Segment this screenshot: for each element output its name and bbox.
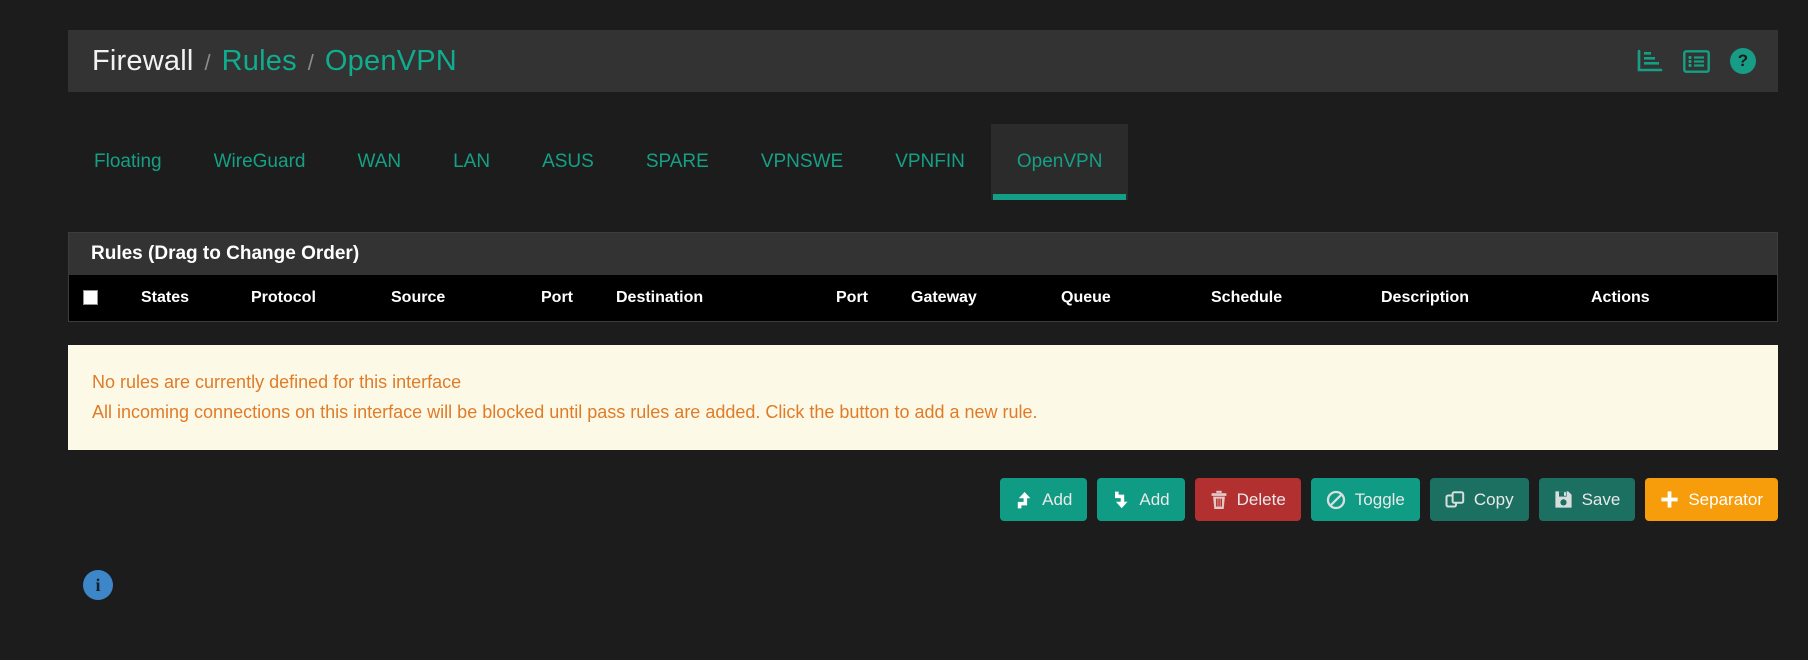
column-header-port-src[interactable]: Port <box>541 275 616 321</box>
breadcrumb-separator-1: / <box>204 49 211 75</box>
tab-label: WireGuard <box>213 151 306 172</box>
breadcrumb-root: Firewall <box>92 44 194 77</box>
button-label: Delete <box>1236 489 1286 509</box>
rules-panel-title: Rules (Drag to Change Order) <box>69 233 1777 275</box>
breadcrumb-link-rules[interactable]: Rules <box>222 45 297 78</box>
button-label: Add <box>1042 489 1073 509</box>
ban-icon <box>1326 490 1346 510</box>
tab-vpnfin[interactable]: VPNFIN <box>869 124 991 200</box>
button-label: Separator <box>1688 489 1763 509</box>
plus-icon <box>1660 490 1679 509</box>
button-label: Toggle <box>1354 489 1405 509</box>
tab-label: SPARE <box>645 151 709 172</box>
column-header-protocol[interactable]: Protocol <box>251 275 391 321</box>
stats-chart-icon[interactable] <box>1637 49 1663 73</box>
column-header-port-dst[interactable]: Port <box>836 275 911 321</box>
select-all-cell <box>69 275 141 321</box>
tab-openvpn[interactable]: OpenVPN <box>990 124 1129 200</box>
save-icon <box>1554 490 1573 509</box>
column-header-description[interactable]: Description <box>1381 275 1591 321</box>
button-label: Save <box>1581 489 1621 509</box>
tab-wireguard[interactable]: WireGuard <box>188 124 332 200</box>
trash-icon <box>1210 490 1228 510</box>
column-header-states[interactable]: States <box>141 275 251 321</box>
rules-action-buttons: Add Add Delete Toggle Copy Save Separato… <box>1000 478 1778 521</box>
tab-label: VPNSWE <box>760 151 844 172</box>
no-rules-alert: No rules are currently defined for this … <box>68 345 1778 450</box>
copy-rule-button[interactable]: Copy <box>1429 478 1529 521</box>
tab-label: OpenVPN <box>1016 151 1103 172</box>
tab-spare[interactable]: SPARE <box>620 124 735 200</box>
column-header-source[interactable]: Source <box>391 275 541 321</box>
arrow-up-icon <box>1015 490 1033 510</box>
breadcrumb: Firewall / Rules / OpenVPN <box>92 45 1637 78</box>
add-rule-bottom-button[interactable]: Add <box>1097 478 1185 521</box>
rules-table: States Protocol Source Port Destination … <box>69 275 1777 321</box>
tab-floating[interactable]: Floating <box>68 124 188 200</box>
interface-tabs: Floating WireGuard WAN LAN ASUS SPARE VP… <box>68 124 1778 200</box>
button-label: Copy <box>1473 489 1514 509</box>
save-rules-button[interactable]: Save <box>1538 478 1636 521</box>
tab-lan[interactable]: LAN <box>427 124 516 200</box>
select-all-checkbox[interactable] <box>83 290 98 306</box>
tab-label: VPNFIN <box>895 151 965 172</box>
help-icon[interactable]: ? <box>1730 48 1756 74</box>
firewall-rules-page: Firewall / Rules / OpenVPN ? Floating Wi… <box>0 0 1808 660</box>
toggle-rule-button[interactable]: Toggle <box>1310 478 1420 521</box>
button-label: Add <box>1139 489 1170 509</box>
delete-rule-button[interactable]: Delete <box>1194 478 1301 521</box>
column-header-schedule[interactable]: Schedule <box>1211 275 1381 321</box>
tab-vpnswe[interactable]: VPNSWE <box>735 124 869 200</box>
column-header-gateway[interactable]: Gateway <box>911 275 1061 321</box>
rules-table-header-row: States Protocol Source Port Destination … <box>69 275 1777 321</box>
tab-label: WAN <box>357 151 402 172</box>
page-header: Firewall / Rules / OpenVPN ? <box>68 30 1778 92</box>
tab-label: LAN <box>453 151 491 172</box>
tab-asus[interactable]: ASUS <box>516 124 620 200</box>
rules-panel: Rules (Drag to Change Order) States Prot… <box>68 232 1778 322</box>
breadcrumb-link-openvpn[interactable]: OpenVPN <box>325 45 457 78</box>
tab-wan[interactable]: WAN <box>331 124 427 200</box>
alert-line-1: No rules are currently defined for this … <box>92 372 462 392</box>
copy-icon <box>1445 490 1465 510</box>
column-header-queue[interactable]: Queue <box>1061 275 1211 321</box>
column-header-actions[interactable]: Actions <box>1591 275 1777 321</box>
arrow-down-icon <box>1112 490 1130 510</box>
tab-label: ASUS <box>542 151 594 172</box>
breadcrumb-separator-2: / <box>307 49 314 75</box>
add-rule-top-button[interactable]: Add <box>1000 478 1088 521</box>
add-separator-button[interactable]: Separator <box>1645 478 1778 521</box>
tab-label: Floating <box>94 151 162 172</box>
alert-line-2: All incoming connections on this interfa… <box>92 402 1038 422</box>
info-icon[interactable]: i <box>83 570 113 600</box>
header-icon-group: ? <box>1637 48 1756 74</box>
list-table-icon[interactable] <box>1683 49 1710 73</box>
column-header-destination[interactable]: Destination <box>616 275 836 321</box>
